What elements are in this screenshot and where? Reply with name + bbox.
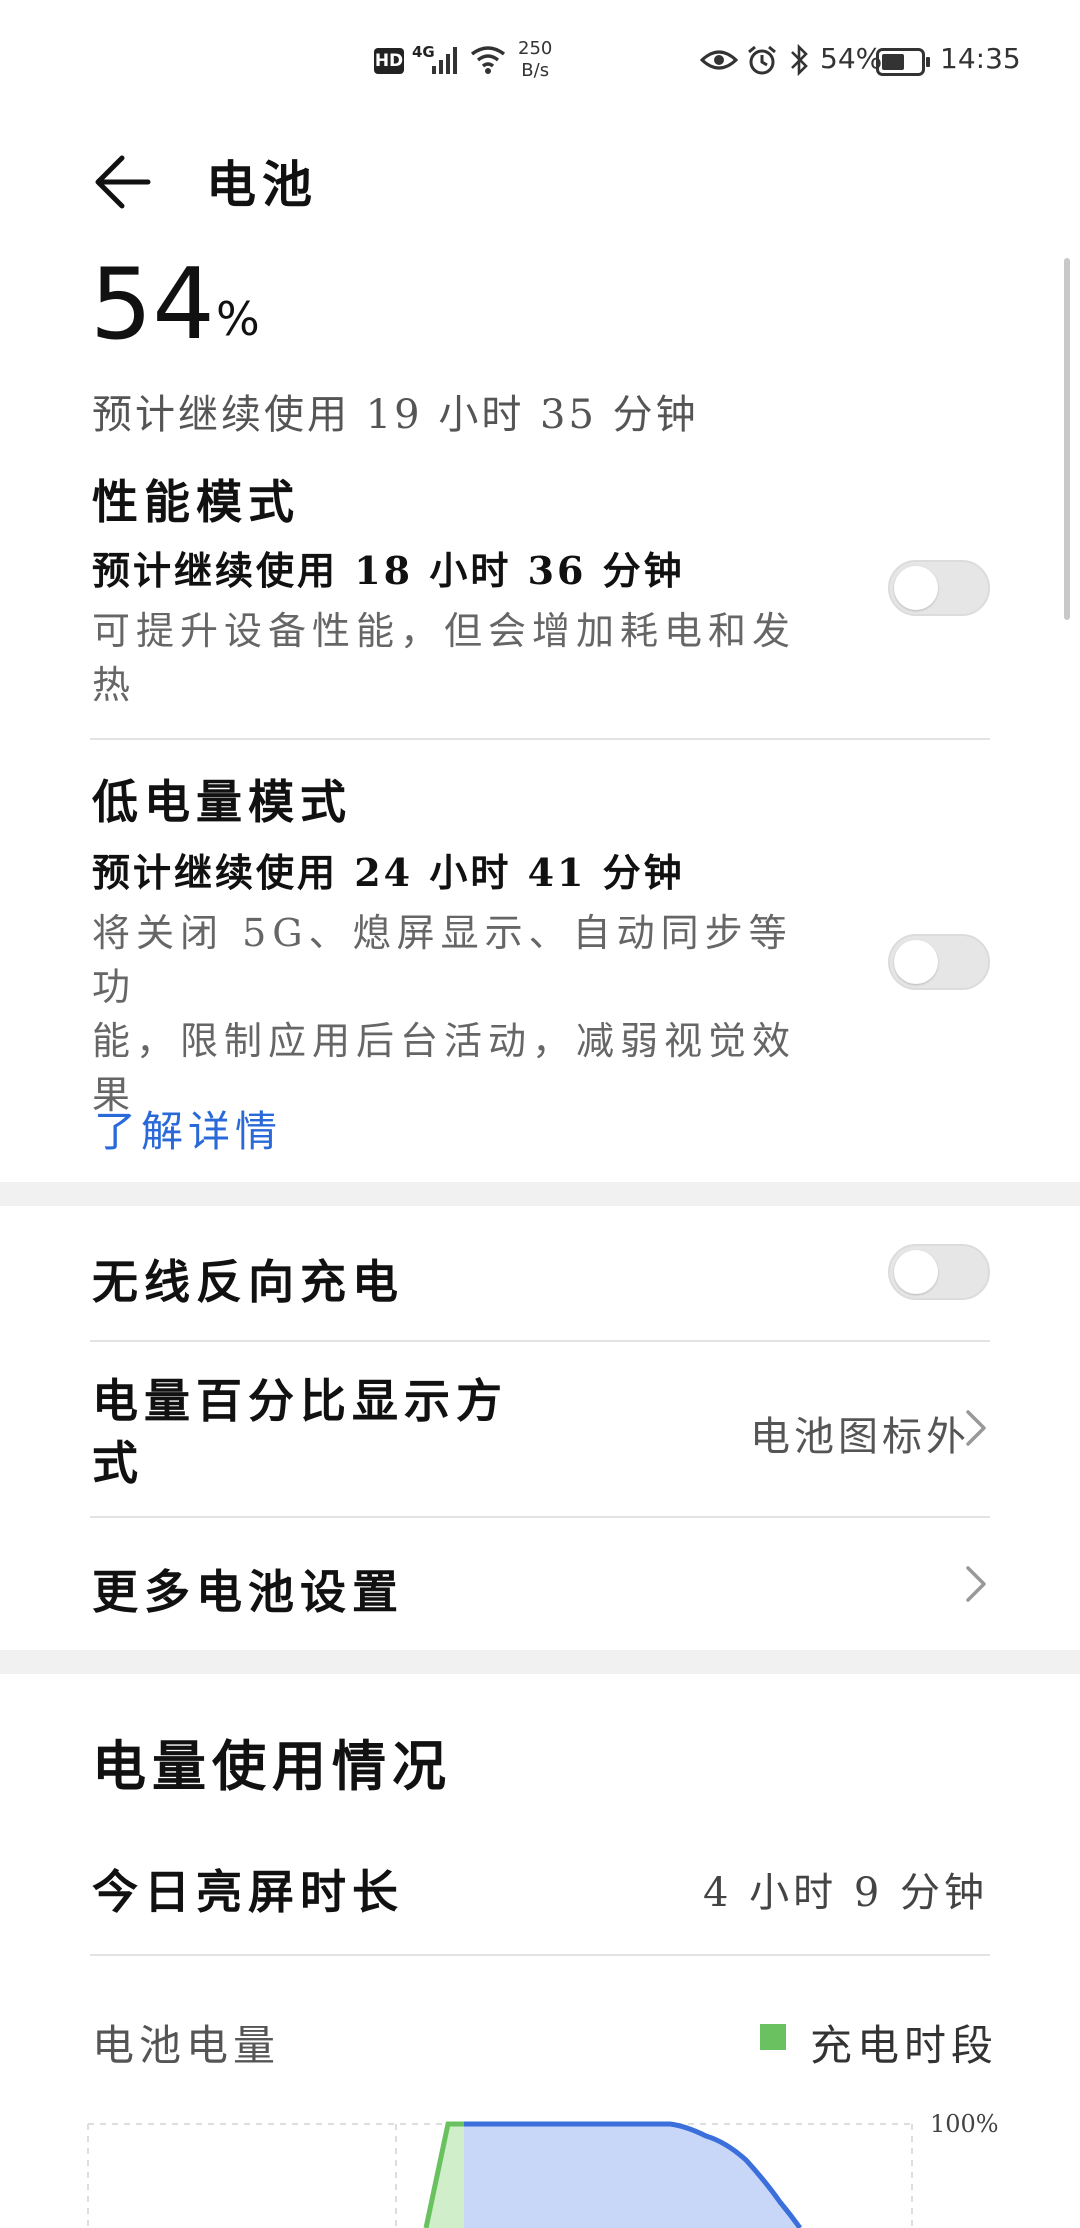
low-power-mode-title: 低电量模式 [92, 775, 352, 829]
eye-icon [700, 50, 738, 70]
low-power-mode-desc: 将关闭 5G、熄屏显示、自动同步等功 能，限制应用后台活动，减弱视觉效 果 [92, 906, 832, 1122]
percent-display-label-line: 电量百分比显示方 [92, 1374, 508, 1428]
net-speed-unit: B/s [521, 60, 550, 81]
performance-mode-title: 性能模式 [92, 475, 300, 529]
battery-level-chart [87, 2121, 913, 2228]
section-gap [0, 1650, 1080, 1674]
battery-estimate: 预计继续使用 19 小时 35 分钟 [92, 392, 699, 438]
usage-section-title: 电量使用情况 [92, 1734, 452, 1798]
net-speed: 250 B/s [518, 38, 552, 82]
wifi-icon [470, 46, 506, 74]
more-battery-settings-label: 更多电池设置 [92, 1565, 404, 1619]
signal-icon [432, 47, 457, 74]
chart-discharge-fill [464, 2124, 800, 2228]
scrollbar[interactable] [1064, 258, 1070, 620]
alarm-icon [748, 45, 776, 75]
section-gap [0, 1182, 1080, 1206]
toggle-knob [894, 1250, 938, 1294]
learn-more-link[interactable]: 了解详情 [94, 1098, 282, 1159]
percent-display-label: 电量百分比显示方 式 [92, 1370, 508, 1494]
performance-mode-estimate: 预计继续使用 18 小时 36 分钟 [92, 548, 685, 593]
divider [90, 1954, 990, 1956]
percent-display-value: 电池图标外 [750, 1414, 970, 1460]
charging-legend-label: 充电时段 [810, 2021, 999, 2070]
performance-mode-desc-line: 热 [92, 663, 137, 707]
battery-icon [876, 48, 930, 76]
toggle-knob [894, 940, 938, 984]
hd-icon: HD [374, 48, 404, 74]
percent-display-label-line: 式 [92, 1436, 144, 1490]
performance-mode-toggle[interactable] [888, 560, 990, 616]
low-power-mode-toggle[interactable] [888, 934, 990, 990]
status-time: 14:35 [940, 42, 1021, 75]
low-power-mode-desc-line: 将关闭 5G、熄屏显示、自动同步等功 [92, 911, 793, 1009]
wireless-reverse-charging-label: 无线反向充电 [92, 1255, 404, 1309]
divider [90, 738, 990, 740]
net-speed-value: 250 [518, 38, 553, 59]
screen-time-value: 4 小时 9 分钟 [702, 1870, 988, 1916]
low-power-mode-estimate: 预计继续使用 24 小时 41 分钟 [92, 850, 685, 895]
battery-percent-value: 54 [90, 248, 215, 362]
low-power-mode-desc-line: 能，限制应用后台活动，减弱视觉效 [92, 1019, 797, 1063]
toggle-knob [894, 566, 938, 610]
battery-percent-sign: % [216, 292, 260, 346]
screen-time-label: 今日亮屏时长 [92, 1865, 404, 1919]
performance-mode-desc-line: 可提升设备性能，但会增加耗电和发 [92, 609, 797, 653]
chevron-right-icon [966, 1410, 986, 1446]
bluetooth-icon [791, 44, 808, 76]
page-title: 电池 [206, 155, 318, 214]
chevron-right-icon [966, 1566, 986, 1602]
battery-level-label: 电池电量 [92, 2021, 281, 2070]
status-bar: HD 4G 250 B/s 54% 14:35 [0, 0, 1080, 120]
status-battery-percent: 54% [820, 42, 883, 75]
wireless-reverse-charging-toggle[interactable] [888, 1244, 990, 1300]
back-arrow-icon[interactable] [92, 150, 156, 214]
performance-mode-desc: 可提升设备性能，但会增加耗电和发 热 [92, 604, 832, 712]
chart-tick-100: 100% [930, 2110, 999, 2138]
charging-legend-swatch [760, 2024, 786, 2050]
